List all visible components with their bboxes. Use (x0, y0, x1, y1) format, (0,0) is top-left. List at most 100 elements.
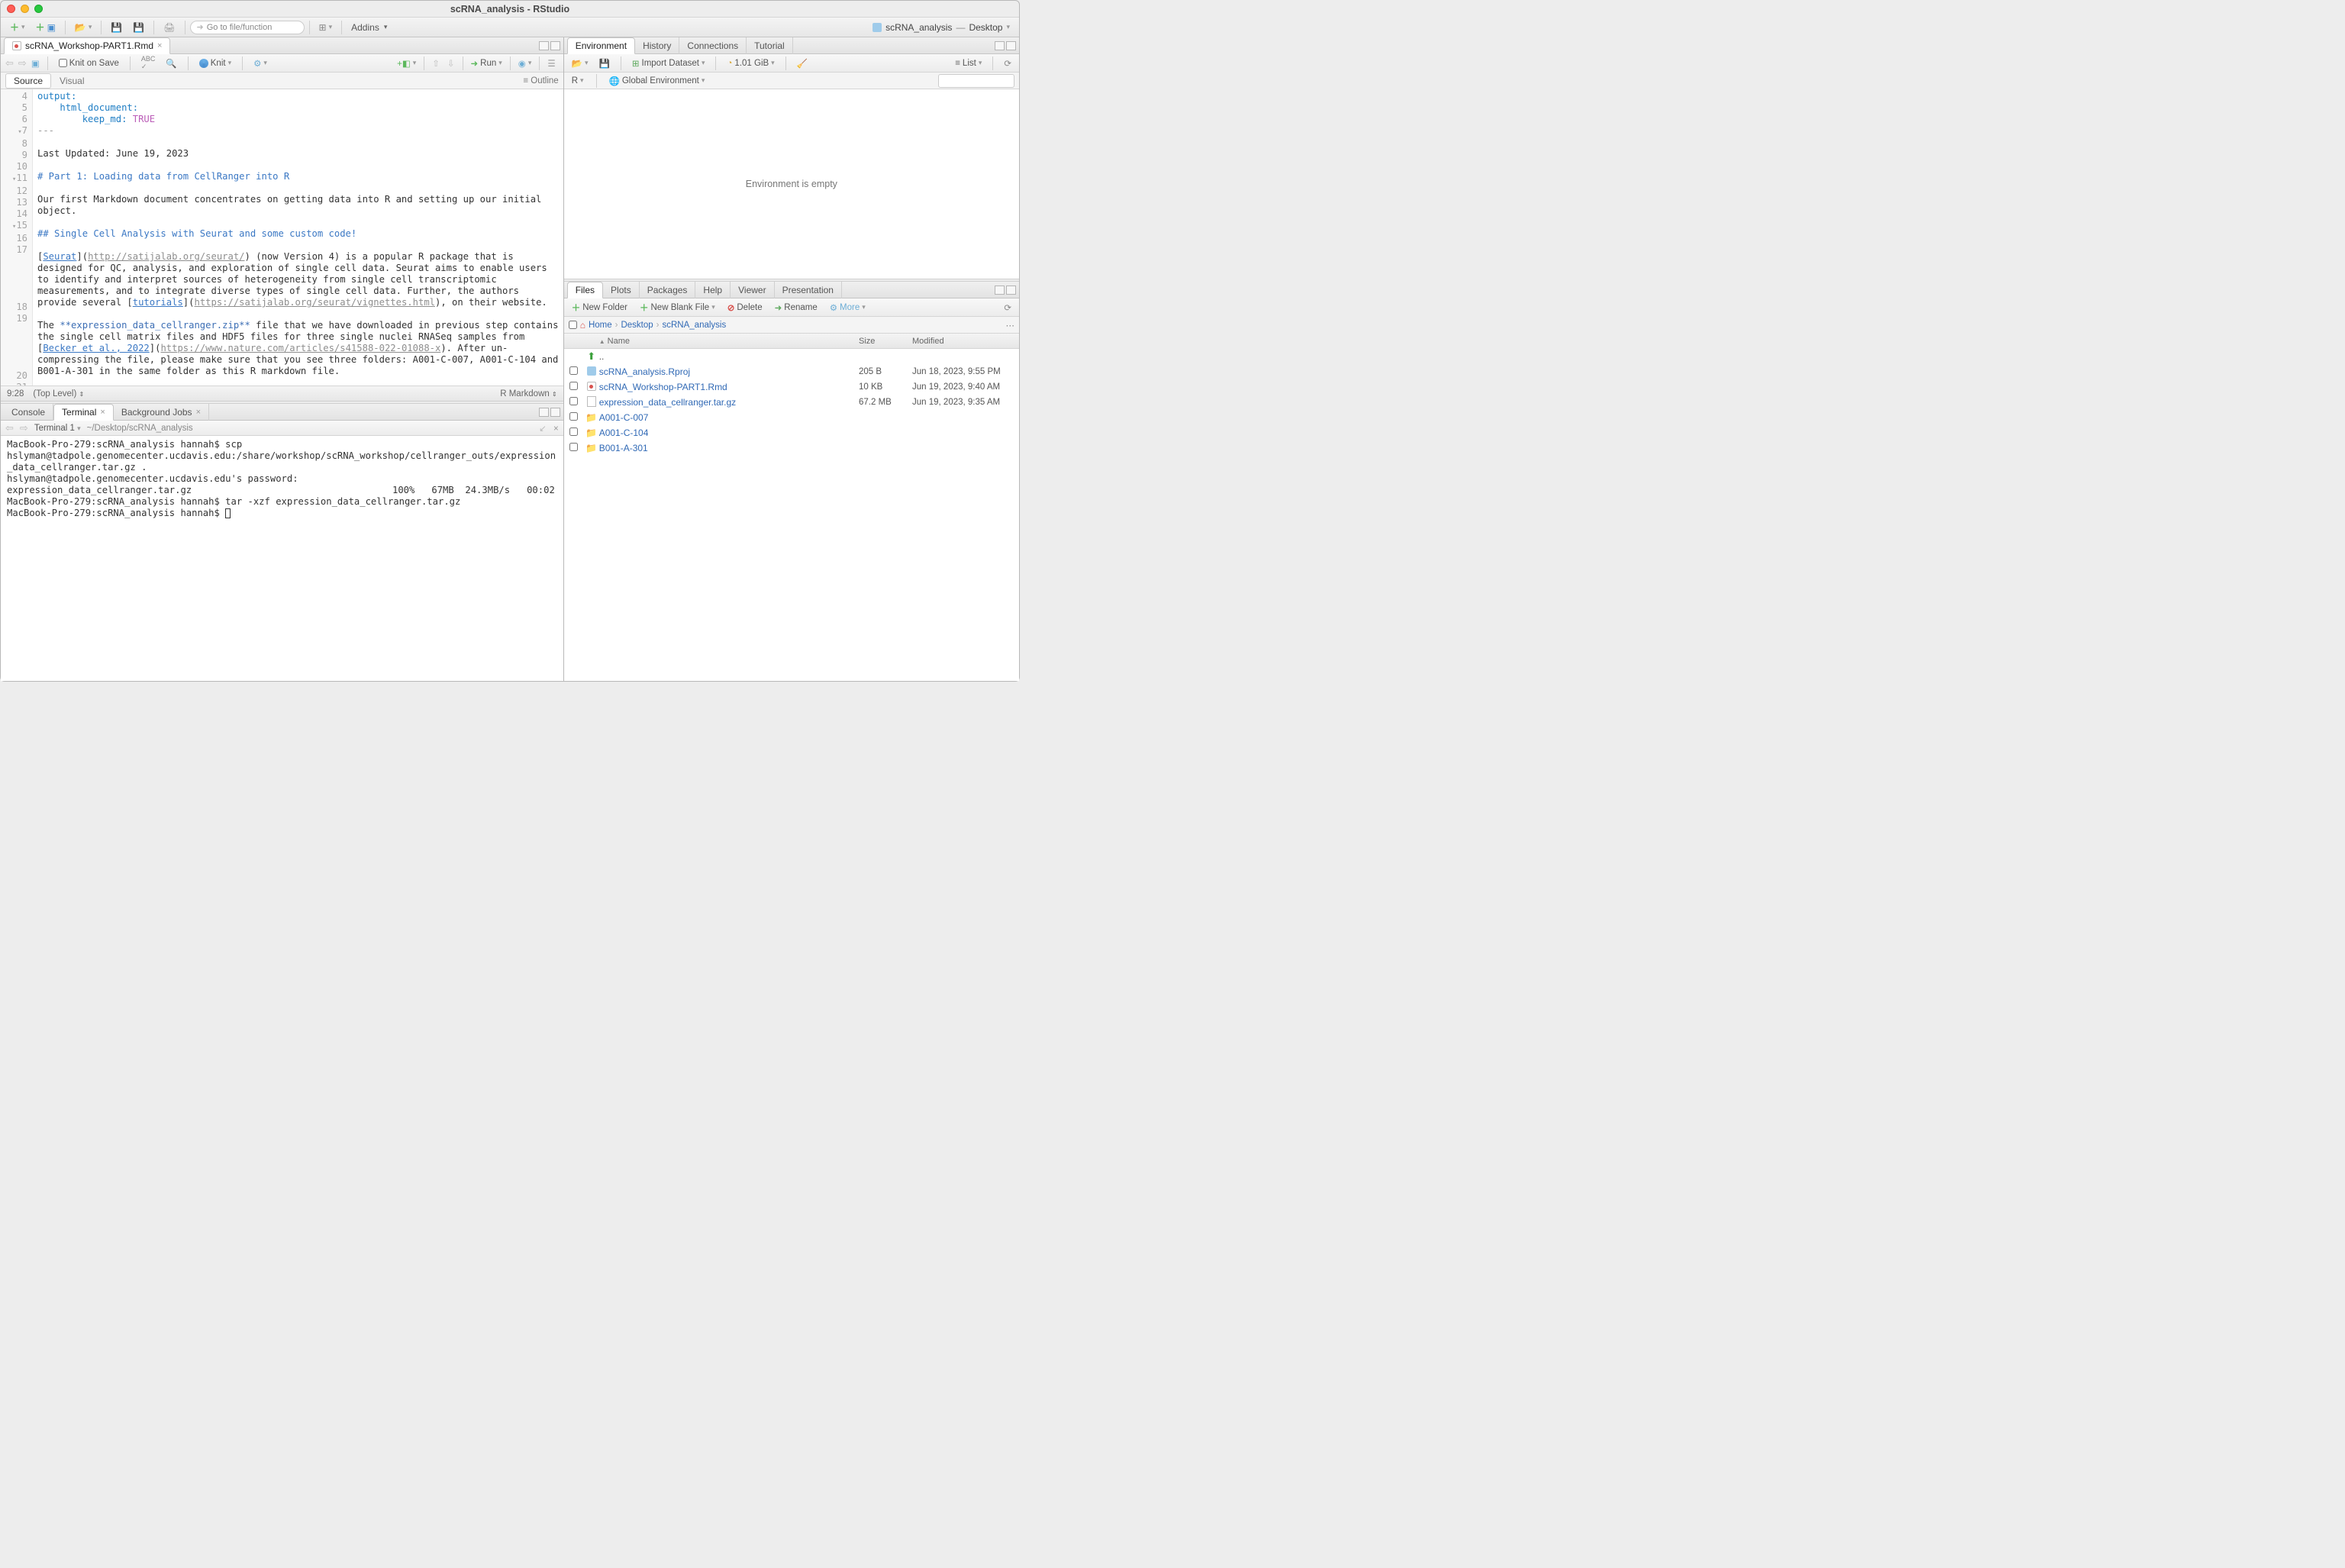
file-row[interactable]: scRNA_Workshop-PART1.Rmd 10 KB Jun 19, 2… (564, 379, 1019, 395)
addins-menu[interactable]: Addins (347, 20, 392, 35)
maximize-pane-button[interactable] (1006, 286, 1016, 295)
terminal-output[interactable]: MacBook-Pro-279:scRNA_analysis hannah$ s… (1, 436, 563, 681)
new-file-button[interactable]: ＋▾ (5, 18, 30, 36)
tab-viewer[interactable]: Viewer (731, 282, 774, 298)
memory-usage-button[interactable]: ◔ 1.01 GiB ▾ (724, 58, 777, 69)
file-checkbox[interactable] (569, 397, 578, 405)
close-terminal-button[interactable]: × (553, 424, 559, 434)
bc-desktop[interactable]: Desktop (621, 321, 653, 330)
new-folder-button[interactable]: ＋New Folder (569, 301, 631, 315)
tab-help[interactable]: Help (695, 282, 731, 298)
minimize-pane-button[interactable] (539, 41, 549, 50)
close-tab-button[interactable]: × (157, 41, 162, 50)
delete-button[interactable]: ⊘ Delete (724, 302, 766, 314)
terminal-selector[interactable]: Terminal 1 ▾ (34, 424, 81, 433)
file-checkbox[interactable] (569, 382, 578, 390)
env-selector[interactable]: 🌐 Global Environment ▾ (606, 75, 708, 87)
grid-button[interactable]: ⊞▾ (314, 20, 337, 35)
file-row[interactable]: 📁 B001-A-301 (564, 440, 1019, 456)
file-checkbox[interactable] (569, 412, 578, 421)
file-row[interactable]: scRNA_analysis.Rproj 205 B Jun 18, 2023,… (564, 364, 1019, 379)
bc-current[interactable]: scRNA_analysis (663, 321, 727, 330)
header-name[interactable]: ▲ Name (584, 337, 859, 346)
section-nav[interactable]: (Top Level) ⇕ (33, 389, 84, 398)
source-tab[interactable]: scRNA_Workshop-PART1.Rmd × (4, 37, 170, 54)
prev-terminal-button[interactable]: ⇦ (5, 422, 14, 434)
prev-chunk-button[interactable]: ⇧ (429, 57, 443, 69)
tab-history[interactable]: History (635, 37, 679, 54)
file-row[interactable]: expression_data_cellranger.tar.gz 67.2 M… (564, 395, 1019, 410)
import-dataset-button[interactable]: ⊞ Import Dataset ▾ (629, 57, 708, 69)
maximize-pane-button[interactable] (550, 41, 560, 50)
home-icon[interactable]: ⌂ (580, 320, 585, 331)
save-button[interactable]: 💾 (106, 20, 127, 35)
next-terminal-button[interactable]: ⇨ (20, 422, 28, 434)
header-size[interactable]: Size (859, 337, 912, 346)
header-modified[interactable]: Modified (912, 337, 1019, 346)
env-search-input[interactable] (938, 74, 1014, 88)
open-file-button[interactable]: 📂▾ (70, 20, 96, 35)
knit-button[interactable]: Knit ▾ (196, 58, 234, 69)
lang-selector[interactable]: R ▾ (569, 76, 587, 86)
publish-button[interactable]: ◉▾ (515, 57, 535, 69)
select-all-checkbox[interactable] (569, 321, 577, 329)
minimize-pane-button[interactable] (995, 41, 1005, 50)
save-workspace-button[interactable]: 💾 (596, 57, 613, 69)
run-button[interactable]: ➜ Run ▾ (468, 57, 505, 69)
file-name[interactable]: expression_data_cellranger.tar.gz (599, 397, 859, 408)
save-all-button[interactable]: 💾 (128, 20, 149, 35)
next-chunk-button[interactable]: ⇩ (444, 57, 458, 69)
close-tab-button[interactable]: × (100, 408, 105, 417)
view-mode-button[interactable]: ≡ List ▾ (952, 58, 985, 69)
file-name[interactable]: scRNA_Workshop-PART1.Rmd (599, 382, 859, 392)
file-name[interactable]: B001-A-301 (599, 443, 859, 453)
spellcheck-button[interactable]: ABC✓ (138, 54, 159, 72)
file-name[interactable]: scRNA_analysis.Rproj (599, 366, 859, 377)
print-button[interactable]: 🖨 (159, 20, 179, 35)
refresh-files-button[interactable]: ⟳ (1001, 302, 1014, 314)
insert-chunk-button[interactable]: +◧▾ (394, 57, 419, 69)
tab-console[interactable]: Console (4, 404, 53, 421)
tab-packages[interactable]: Packages (640, 282, 696, 298)
minimize-pane-button[interactable] (995, 286, 1005, 295)
file-checkbox[interactable] (569, 427, 578, 436)
doc-options-button[interactable]: ⚙▾ (250, 57, 270, 69)
tab-terminal[interactable]: Terminal× (53, 404, 114, 421)
load-workspace-button[interactable]: 📂▾ (569, 57, 592, 69)
file-checkbox[interactable] (569, 366, 578, 375)
tab-background-jobs[interactable]: Background Jobs× (114, 404, 209, 421)
doc-type-label[interactable]: R Markdown ⇕ (500, 389, 556, 398)
maximize-pane-button[interactable] (1006, 41, 1016, 50)
tab-environment[interactable]: Environment (567, 37, 635, 54)
tab-plots[interactable]: Plots (603, 282, 640, 298)
maximize-pane-button[interactable] (550, 408, 560, 417)
tab-tutorial[interactable]: Tutorial (747, 37, 793, 54)
forward-button[interactable]: ⇨ (18, 57, 27, 69)
goto-dir-button[interactable]: ⋯ (1006, 321, 1015, 331)
tab-connections[interactable]: Connections (679, 37, 747, 54)
project-menu[interactable]: scRNA_analysis — Desktop ▾ (868, 21, 1014, 34)
knit-on-save-checkbox[interactable]: Knit on Save (56, 58, 122, 69)
new-blank-file-button[interactable]: ＋New Blank File▾ (637, 301, 718, 315)
file-name[interactable]: A001-C-007 (599, 412, 859, 423)
code-content[interactable]: output: html_document: keep_md: TRUE ---… (33, 89, 563, 386)
clear-workspace-button[interactable]: 🧹 (794, 57, 811, 69)
file-row[interactable]: 📁 A001-C-007 (564, 410, 1019, 425)
parent-dir-row[interactable]: ⬆ .. (564, 349, 1019, 364)
find-replace-button[interactable]: 🔍 (163, 57, 179, 69)
show-in-new-window-button[interactable]: ▣ (31, 58, 40, 69)
file-row[interactable]: 📁 A001-C-104 (564, 425, 1019, 440)
outline-toggle-button[interactable]: ☰ (544, 57, 558, 69)
back-button[interactable]: ⇦ (5, 57, 14, 69)
refresh-env-button[interactable]: ⟳ (1001, 57, 1014, 69)
minimize-pane-button[interactable] (539, 408, 549, 417)
goto-file-input[interactable]: ➜ Go to file/function (190, 21, 305, 34)
rename-button[interactable]: ➜ Rename (772, 302, 821, 314)
file-name[interactable]: A001-C-104 (599, 427, 859, 438)
file-checkbox[interactable] (569, 443, 578, 451)
source-view-btn[interactable]: Source (5, 73, 51, 89)
visual-view-btn[interactable]: Visual (51, 73, 92, 89)
close-tab-button[interactable]: × (196, 408, 201, 417)
new-project-button[interactable]: ＋▣ (31, 18, 60, 36)
tab-files[interactable]: Files (567, 282, 603, 298)
